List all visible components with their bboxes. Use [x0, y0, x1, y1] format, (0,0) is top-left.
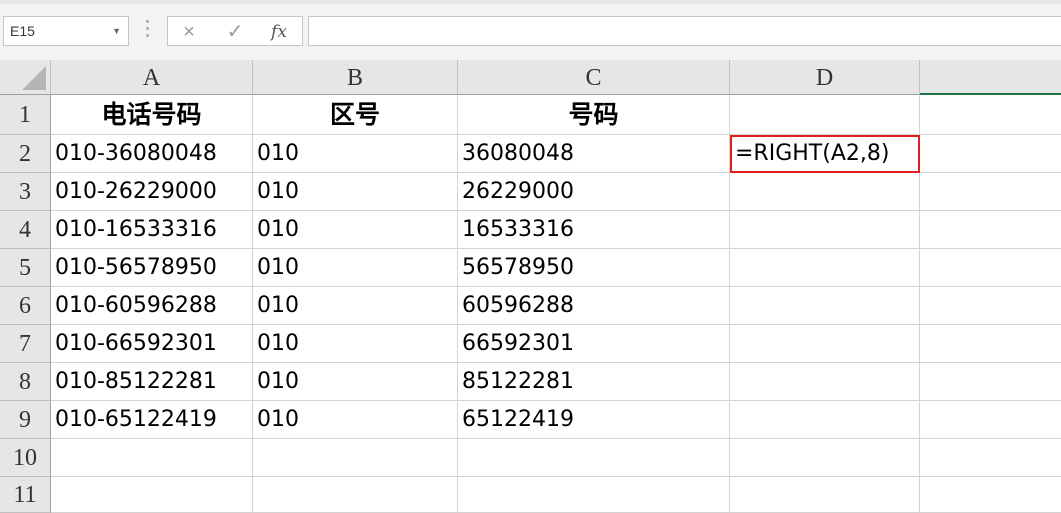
cell-d3[interactable]: [730, 173, 920, 211]
cell-a6[interactable]: 010-60596288: [51, 287, 253, 325]
formula-bar-area: E15 ▼ × ✓ fx: [0, 0, 1061, 60]
row-header-10[interactable]: 10: [0, 439, 51, 477]
cell-c1[interactable]: 号码: [458, 95, 730, 135]
chevron-down-icon[interactable]: ▼: [112, 17, 121, 45]
cell-d9[interactable]: [730, 401, 920, 439]
cell-c7[interactable]: 66592301: [458, 325, 730, 363]
cell-a5[interactable]: 010-56578950: [51, 249, 253, 287]
cell-d8[interactable]: [730, 363, 920, 401]
row-header-11[interactable]: 11: [0, 477, 51, 513]
cell-b2[interactable]: 010: [253, 135, 458, 173]
cell-b11[interactable]: [253, 477, 458, 513]
ribbon-edge: [0, 0, 1061, 4]
cell-b5[interactable]: 010: [253, 249, 458, 287]
row-header-9[interactable]: 9: [0, 401, 51, 439]
cell-b4[interactable]: 010: [253, 211, 458, 249]
cell-c2[interactable]: 36080048: [458, 135, 730, 173]
cell-d5[interactable]: [730, 249, 920, 287]
row-header-5[interactable]: 5: [0, 249, 51, 287]
cell-c6[interactable]: 60596288: [458, 287, 730, 325]
cell-e7[interactable]: [920, 325, 1061, 363]
cell-c8[interactable]: 85122281: [458, 363, 730, 401]
cell-e11[interactable]: [920, 477, 1061, 513]
column-header-c[interactable]: C: [458, 60, 730, 95]
cell-d2[interactable]: =RIGHT(A2,8): [730, 135, 920, 173]
column-header-a[interactable]: A: [51, 60, 253, 95]
enter-icon[interactable]: ✓: [220, 20, 250, 44]
cell-c4[interactable]: 16533316: [458, 211, 730, 249]
cell-d6[interactable]: [730, 287, 920, 325]
select-all-icon: [22, 66, 46, 90]
cell-c5[interactable]: 56578950: [458, 249, 730, 287]
cancel-icon[interactable]: ×: [174, 20, 204, 44]
name-box-value: E15: [10, 23, 35, 39]
cell-e4[interactable]: [920, 211, 1061, 249]
cell-b6[interactable]: 010: [253, 287, 458, 325]
cell-a11[interactable]: [51, 477, 253, 513]
row-header-6[interactable]: 6: [0, 287, 51, 325]
cell-e5[interactable]: [920, 249, 1061, 287]
drag-handle-icon[interactable]: [146, 20, 150, 42]
cell-a2[interactable]: 010-36080048: [51, 135, 253, 173]
row-header-4[interactable]: 4: [0, 211, 51, 249]
row-header-8[interactable]: 8: [0, 363, 51, 401]
cell-b10[interactable]: [253, 439, 458, 477]
cell-e8[interactable]: [920, 363, 1061, 401]
row-header-2[interactable]: 2: [0, 135, 51, 173]
cell-e9[interactable]: [920, 401, 1061, 439]
cell-c10[interactable]: [458, 439, 730, 477]
cell-b9[interactable]: 010: [253, 401, 458, 439]
cell-a4[interactable]: 010-16533316: [51, 211, 253, 249]
cell-e10[interactable]: [920, 439, 1061, 477]
row-header-7[interactable]: 7: [0, 325, 51, 363]
cell-b3[interactable]: 010: [253, 173, 458, 211]
cell-e6[interactable]: [920, 287, 1061, 325]
cell-d10[interactable]: [730, 439, 920, 477]
select-all-button[interactable]: [0, 60, 51, 95]
cell-d1[interactable]: [730, 95, 920, 135]
cell-c9[interactable]: 65122419: [458, 401, 730, 439]
cell-b7[interactable]: 010: [253, 325, 458, 363]
insert-function-icon[interactable]: fx: [264, 20, 294, 44]
cell-a8[interactable]: 010-85122281: [51, 363, 253, 401]
cell-b8[interactable]: 010: [253, 363, 458, 401]
column-header-e[interactable]: [920, 60, 1061, 95]
cell-a7[interactable]: 010-66592301: [51, 325, 253, 363]
cell-a9[interactable]: 010-65122419: [51, 401, 253, 439]
formula-buttons: × ✓ fx: [167, 16, 303, 46]
column-header-b[interactable]: B: [253, 60, 458, 95]
formula-input[interactable]: [308, 16, 1061, 46]
cell-a10[interactable]: [51, 439, 253, 477]
row-header-1[interactable]: 1: [0, 95, 51, 135]
cell-c11[interactable]: [458, 477, 730, 513]
cell-d11[interactable]: [730, 477, 920, 513]
cell-a1[interactable]: 电话号码: [51, 95, 253, 135]
cell-d4[interactable]: [730, 211, 920, 249]
cell-d7[interactable]: [730, 325, 920, 363]
row-header-3[interactable]: 3: [0, 173, 51, 211]
cell-c3[interactable]: 26229000: [458, 173, 730, 211]
cell-b1[interactable]: 区号: [253, 95, 458, 135]
cell-a3[interactable]: 010-26229000: [51, 173, 253, 211]
cell-e3[interactable]: [920, 173, 1061, 211]
cell-e1[interactable]: [920, 95, 1061, 135]
name-box[interactable]: E15 ▼: [3, 16, 129, 46]
cell-e2[interactable]: [920, 135, 1061, 173]
column-header-d[interactable]: D: [730, 60, 920, 95]
